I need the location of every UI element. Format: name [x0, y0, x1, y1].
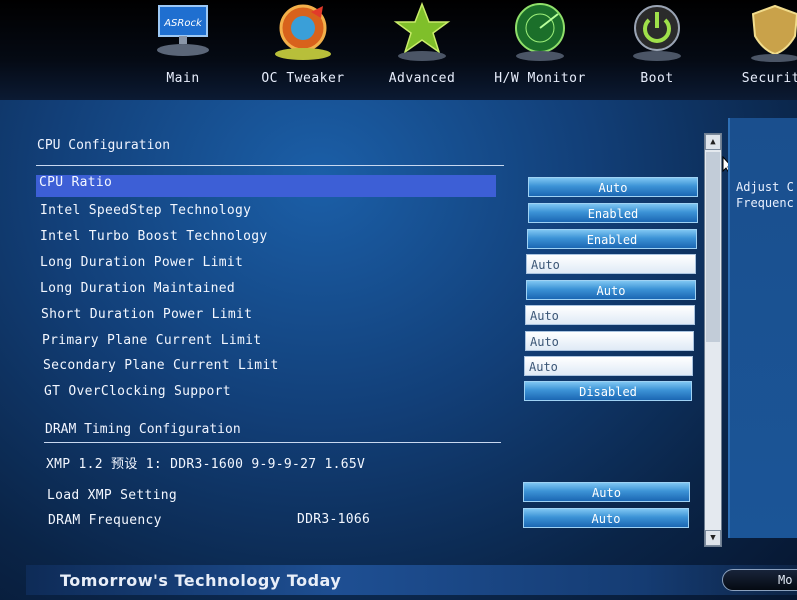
top-navigation-bar: ASRock Main OC Tweaker Advanced H/W Moni…	[0, 0, 797, 100]
scroll-down-button[interactable]: ▼	[705, 530, 721, 546]
long-duration-power-limit-input[interactable]: Auto	[526, 254, 696, 274]
xmp-profile-info: XMP 1.2 预设 1: DDR3-1600 9-9-9-27 1.65V	[46, 457, 366, 472]
shield-icon	[751, 4, 797, 62]
gt-overclocking-support-value[interactable]: Disabled	[524, 381, 692, 401]
monitor-icon: ASRock	[157, 5, 209, 56]
intel-turbo-boost-label[interactable]: Intel Turbo Boost Technology	[40, 229, 268, 244]
primary-plane-current-limit-label[interactable]: Primary Plane Current Limit	[42, 333, 261, 348]
cpu-ratio-label[interactable]: CPU Ratio	[39, 175, 112, 190]
cpu-ratio-value[interactable]: Auto	[528, 177, 698, 197]
star-icon	[393, 2, 451, 61]
long-duration-maintained-value[interactable]: Auto	[526, 280, 696, 300]
cpu-section-divider	[36, 165, 504, 166]
footer-more-button[interactable]: Mo	[722, 569, 797, 591]
dram-frequency-current: DDR3-1066	[297, 512, 371, 527]
dram-frequency-label[interactable]: DRAM Frequency	[48, 513, 162, 528]
short-duration-power-limit-input[interactable]: Auto	[525, 305, 695, 325]
tab-main[interactable]: ASRock Main	[128, 0, 238, 96]
tab-advanced[interactable]: Advanced	[367, 0, 477, 96]
dram-section-divider	[44, 442, 501, 443]
help-text-line-1: Adjust C	[736, 180, 794, 194]
intel-turbo-boost-value[interactable]: Enabled	[527, 229, 697, 249]
tweaker-icon	[275, 4, 331, 60]
intel-speedstep-label[interactable]: Intel SpeedStep Technology	[40, 203, 251, 218]
power-icon	[633, 5, 681, 61]
long-duration-power-limit-label[interactable]: Long Duration Power Limit	[40, 255, 243, 270]
primary-plane-current-limit-input[interactable]: Auto	[525, 331, 694, 351]
tab-hw-monitor-label: H/W Monitor	[494, 71, 586, 86]
scroll-up-button[interactable]: ▲	[705, 134, 721, 150]
intel-speedstep-value[interactable]: Enabled	[528, 203, 698, 223]
tab-security-label: Security	[741, 71, 797, 86]
secondary-plane-current-limit-label[interactable]: Secondary Plane Current Limit	[43, 358, 279, 373]
help-text-line-2: Frequenc	[736, 196, 794, 210]
tab-boot[interactable]: Boot	[602, 0, 712, 96]
dram-frequency-value[interactable]: Auto	[523, 508, 689, 528]
footer-slogan: Tomorrow's Technology Today	[60, 571, 342, 590]
cpu-configuration-title: CPU Configuration	[37, 138, 171, 153]
dram-timing-configuration-title: DRAM Timing Configuration	[45, 422, 241, 437]
load-xmp-setting-value[interactable]: Auto	[523, 482, 690, 502]
scrollbar-thumb[interactable]	[706, 152, 720, 342]
tab-hw-monitor[interactable]: H/W Monitor	[485, 0, 595, 96]
tab-security[interactable]: Security	[720, 0, 797, 96]
load-xmp-setting-label[interactable]: Load XMP Setting	[47, 488, 177, 503]
tab-boot-label: Boot	[640, 71, 674, 86]
asrock-logo-text: ASRock	[163, 18, 203, 29]
tab-advanced-label: Advanced	[388, 71, 456, 86]
long-duration-maintained-label[interactable]: Long Duration Maintained	[40, 281, 235, 296]
tab-oc-tweaker-label: OC Tweaker	[261, 71, 345, 86]
short-duration-power-limit-label[interactable]: Short Duration Power Limit	[41, 307, 252, 322]
gt-overclocking-support-label[interactable]: GT OverClocking Support	[44, 384, 231, 399]
radar-icon	[515, 3, 565, 61]
tab-oc-tweaker[interactable]: OC Tweaker	[248, 0, 358, 96]
secondary-plane-current-limit-input[interactable]: Auto	[524, 356, 693, 376]
tab-main-label: Main	[166, 71, 200, 86]
